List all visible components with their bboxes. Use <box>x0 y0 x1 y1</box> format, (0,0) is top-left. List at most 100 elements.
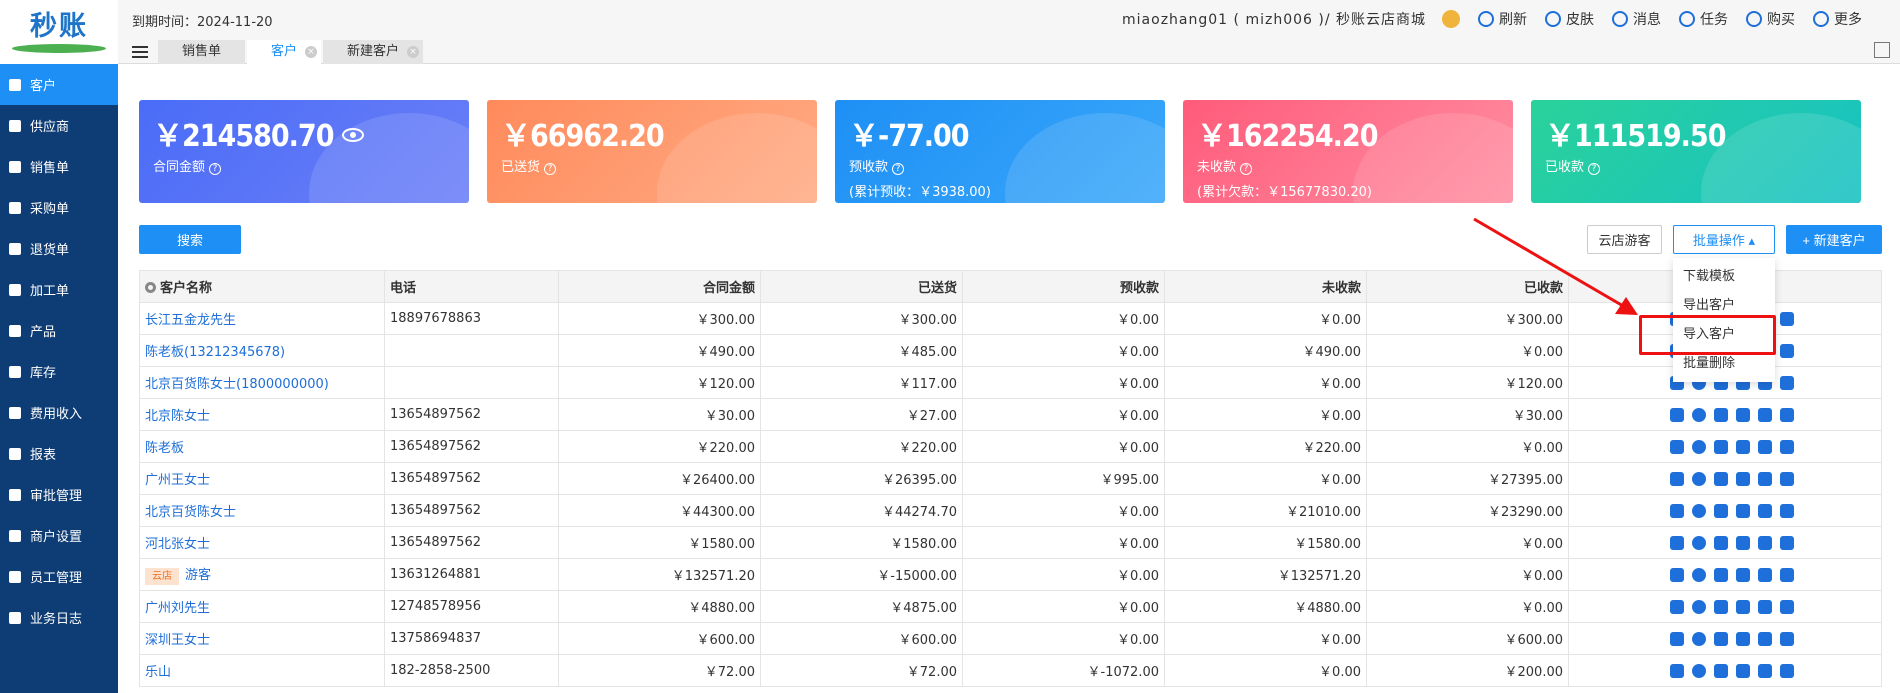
customer-link[interactable]: 游客 <box>185 568 211 583</box>
customer-link[interactable]: 陈老板 <box>145 441 184 456</box>
mail-icon[interactable] <box>1758 535 1772 550</box>
sidebar-item-supplier[interactable]: 供应商 <box>0 105 118 146</box>
disable-icon[interactable] <box>1692 407 1706 422</box>
archive-icon[interactable] <box>1780 407 1794 422</box>
mail-icon[interactable] <box>1758 407 1772 422</box>
download-icon[interactable] <box>1736 631 1750 646</box>
edit-icon[interactable] <box>1714 599 1728 614</box>
mail-icon[interactable] <box>1758 567 1772 582</box>
sidebar-item-report[interactable]: 报表 <box>0 433 118 474</box>
new-customer-button[interactable]: + 新建客户 <box>1786 225 1882 254</box>
sidebar-item-customer[interactable]: 客户 <box>0 64 118 105</box>
tag-icon[interactable] <box>1670 503 1684 518</box>
sidebar-item-expense[interactable]: 费用收入 <box>0 392 118 433</box>
col-header-name[interactable]: 客户名称 <box>139 270 385 303</box>
help-icon[interactable]: ? <box>892 163 905 175</box>
archive-icon[interactable] <box>1780 471 1794 486</box>
mail-icon[interactable] <box>1758 471 1772 486</box>
sidebar-item-processing[interactable]: 加工单 <box>0 269 118 310</box>
help-icon[interactable]: ? <box>1588 163 1601 175</box>
download-icon[interactable] <box>1736 567 1750 582</box>
download-icon[interactable] <box>1736 471 1750 486</box>
disable-icon[interactable] <box>1692 535 1706 550</box>
sidebar-item-approval[interactable]: 审批管理 <box>0 474 118 515</box>
download-icon[interactable] <box>1736 439 1750 454</box>
tag-icon[interactable] <box>1670 663 1684 678</box>
customer-link[interactable]: 广州王女士 <box>145 473 210 488</box>
download-icon[interactable] <box>1736 535 1750 550</box>
skin-button[interactable]: 皮肤 <box>1545 9 1594 29</box>
archive-icon[interactable] <box>1780 343 1794 358</box>
archive-icon[interactable] <box>1780 567 1794 582</box>
mail-icon[interactable] <box>1758 503 1772 518</box>
disable-icon[interactable] <box>1692 631 1706 646</box>
help-icon[interactable]: ? <box>544 163 557 175</box>
edit-icon[interactable] <box>1714 439 1728 454</box>
refresh-button[interactable]: 刷新 <box>1478 9 1527 29</box>
sidebar-item-staff[interactable]: 员工管理 <box>0 556 118 597</box>
tag-icon[interactable] <box>1670 631 1684 646</box>
sidebar-item-log[interactable]: 业务日志 <box>0 597 118 638</box>
sidebar-item-returns[interactable]: 退货单 <box>0 228 118 269</box>
edit-icon[interactable] <box>1714 503 1728 518</box>
disable-icon[interactable] <box>1692 439 1706 454</box>
menu-toggle-icon[interactable] <box>132 44 150 60</box>
archive-icon[interactable] <box>1780 503 1794 518</box>
customer-link[interactable]: 长江五金龙先生 <box>145 313 236 328</box>
task-button[interactable]: 任务 <box>1679 9 1728 29</box>
more-button[interactable]: 更多 <box>1813 9 1862 29</box>
tag-icon[interactable] <box>1670 439 1684 454</box>
close-icon[interactable]: × <box>305 46 318 58</box>
customer-link[interactable]: 乐山 <box>145 665 171 680</box>
archive-icon[interactable] <box>1780 663 1794 678</box>
tab-sales-order[interactable]: 销售单 <box>158 40 246 64</box>
sidebar-item-inventory[interactable]: 库存 <box>0 351 118 392</box>
tag-icon[interactable] <box>1670 471 1684 486</box>
customer-link[interactable]: 广州刘先生 <box>145 601 210 616</box>
close-icon[interactable]: × <box>407 46 420 58</box>
customer-link[interactable]: 北京陈女士 <box>145 409 210 424</box>
purchase-button[interactable]: 购买 <box>1746 9 1795 29</box>
customer-link[interactable]: 陈老板(13212345678) <box>145 345 285 360</box>
gear-icon[interactable] <box>145 282 156 293</box>
edit-icon[interactable] <box>1714 567 1728 582</box>
customer-link[interactable]: 北京百货陈女士 <box>145 505 236 520</box>
customer-link[interactable]: 河北张女士 <box>145 537 210 552</box>
edit-icon[interactable] <box>1714 471 1728 486</box>
edit-icon[interactable] <box>1714 407 1728 422</box>
disable-icon[interactable] <box>1692 663 1706 678</box>
sidebar-item-sales[interactable]: 销售单 <box>0 146 118 187</box>
mail-icon[interactable] <box>1758 599 1772 614</box>
download-icon[interactable] <box>1736 663 1750 678</box>
customer-link[interactable]: 北京百货陈女士(1800000000) <box>145 377 329 392</box>
archive-icon[interactable] <box>1780 375 1794 390</box>
edit-icon[interactable] <box>1714 631 1728 646</box>
message-button[interactable]: 消息 <box>1612 9 1661 29</box>
archive-icon[interactable] <box>1780 599 1794 614</box>
tag-icon[interactable] <box>1670 599 1684 614</box>
mail-icon[interactable] <box>1758 631 1772 646</box>
sidebar-item-purchase[interactable]: 采购单 <box>0 187 118 228</box>
tab-new-customer[interactable]: 新建客户 × <box>323 40 424 64</box>
disable-icon[interactable] <box>1692 599 1706 614</box>
download-icon[interactable] <box>1736 407 1750 422</box>
tag-icon[interactable] <box>1670 407 1684 422</box>
tag-icon[interactable] <box>1670 535 1684 550</box>
fullscreen-icon[interactable] <box>1874 42 1890 58</box>
customer-link[interactable]: 深圳王女士 <box>145 633 210 648</box>
sidebar-item-settings[interactable]: 商户设置 <box>0 515 118 556</box>
disable-icon[interactable] <box>1692 503 1706 518</box>
dropdown-download-template[interactable]: 下载模板 <box>1673 262 1775 291</box>
edit-icon[interactable] <box>1714 663 1728 678</box>
sidebar-item-product[interactable]: 产品 <box>0 310 118 351</box>
archive-icon[interactable] <box>1780 439 1794 454</box>
search-button[interactable]: 搜索 <box>139 225 241 254</box>
download-icon[interactable] <box>1736 599 1750 614</box>
mail-icon[interactable] <box>1758 439 1772 454</box>
tab-customer[interactable]: 客户 × <box>247 40 322 64</box>
mail-icon[interactable] <box>1758 663 1772 678</box>
edit-icon[interactable] <box>1714 535 1728 550</box>
archive-icon[interactable] <box>1780 535 1794 550</box>
archive-icon[interactable] <box>1780 631 1794 646</box>
disable-icon[interactable] <box>1692 471 1706 486</box>
